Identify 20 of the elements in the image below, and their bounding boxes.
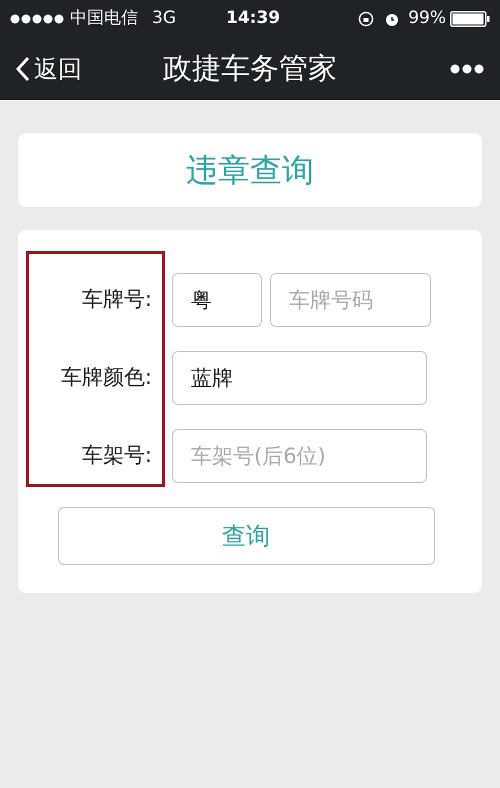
plate-color-field[interactable]: 蓝牌 (172, 351, 427, 405)
field-label: 车牌号: (82, 286, 152, 314)
chevron-left-icon (16, 56, 30, 82)
field-label: 车牌颜色: (60, 364, 152, 392)
more-icon (450, 64, 484, 74)
back-button[interactable]: 返回 (16, 51, 126, 87)
header-title: 违章查询 (186, 150, 314, 191)
page-title: 政捷车务管家 (162, 50, 338, 88)
alarm-icon (384, 11, 400, 27)
battery-text: 99% (408, 7, 446, 30)
signal-icon (10, 14, 64, 24)
plate-number-field[interactable]: 车牌号码 (270, 273, 431, 327)
clock-text: 14:39 (226, 7, 280, 30)
province-field[interactable]: 粤 (172, 273, 262, 327)
rotation-lock-icon (358, 11, 374, 27)
field-label: 车架号: (82, 442, 152, 470)
frame-number-field[interactable]: 车架号(后6位) (172, 429, 427, 483)
battery-icon (450, 11, 490, 27)
network-text: 3G (152, 7, 176, 30)
carrier-text: 中国电信 (70, 7, 138, 30)
